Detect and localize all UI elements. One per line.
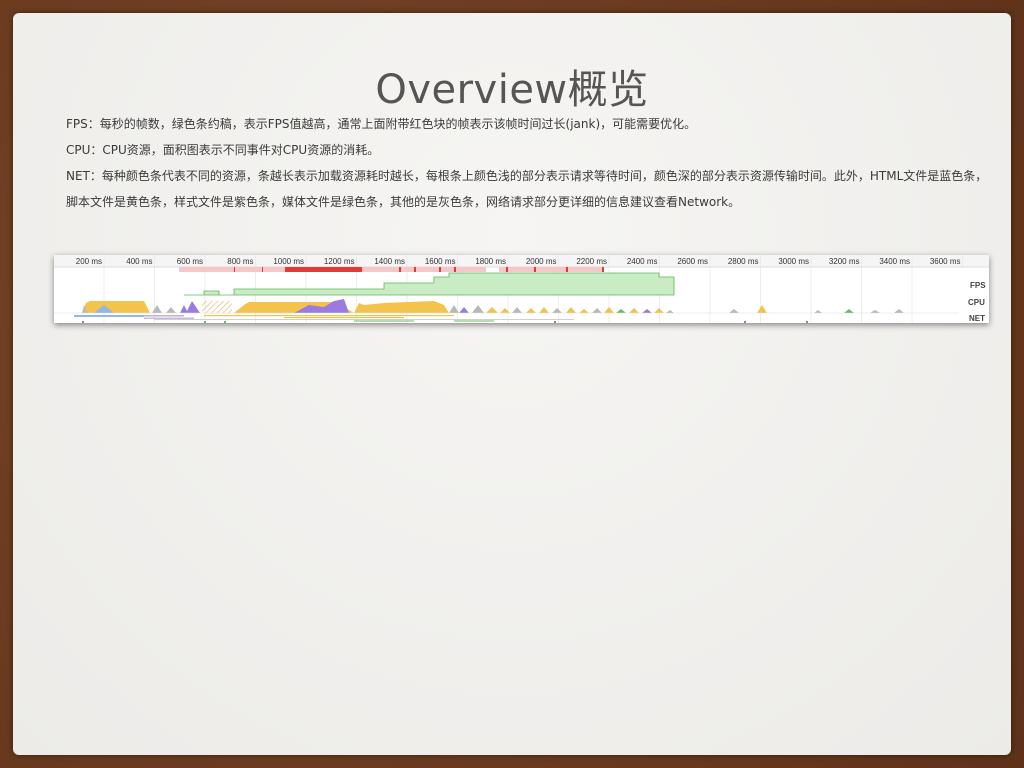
ruler-tick-label: 800 ms: [227, 257, 253, 266]
ruler-tick-label: 1400 ms: [374, 257, 405, 266]
ruler-tick-label: 3400 ms: [879, 257, 910, 266]
ruler-tick-label: 2200 ms: [576, 257, 607, 266]
ruler-tick-label: 2400 ms: [627, 257, 658, 266]
slide-title: Overview概览: [375, 67, 649, 113]
net-row-label: NET: [969, 314, 985, 323]
ruler-tick-label: 1200 ms: [324, 257, 355, 266]
fps-green-area: [184, 272, 675, 296]
ruler-tick-label: 1800 ms: [475, 257, 506, 266]
ruler-tick-label: 1000 ms: [273, 257, 304, 266]
ruler-tick-label: 2600 ms: [677, 257, 708, 266]
timeline-overview-screenshot: 200 ms 400 ms 600 ms 800 ms 1000 ms 1200 ms 14…: [54, 255, 989, 323]
ruler-tick-label: 2000 ms: [526, 257, 557, 266]
ruler-tick-label: 3000 ms: [778, 257, 809, 266]
ruler-tick-label: 200 ms: [76, 257, 102, 266]
fps-row-label: FPS: [970, 281, 986, 290]
net-request-bars: [74, 315, 808, 323]
idle-hatched-area: [202, 301, 232, 313]
cpu-description: CPU：CPU资源，面积图表示不同事件对CPU资源的消耗。: [66, 143, 380, 157]
ruler-tick-label: 3600 ms: [930, 257, 961, 266]
ruler-tick-label: 2800 ms: [728, 257, 759, 266]
ruler-tick-label: 600 ms: [177, 257, 203, 266]
ruler-tick-label: 400 ms: [126, 257, 152, 266]
net-description: NET：每种颜色条代表不同的资源，条越长表示加载资源耗时越长，每根条上颜色浅的部…: [66, 169, 988, 209]
fps-jank-markers: [179, 267, 604, 272]
timeline-overview-graphic: 200 ms 400 ms 600 ms 800 ms 1000 ms 1200 ms 14…: [54, 255, 989, 323]
ruler-tick-label: 1600 ms: [425, 257, 456, 266]
slide: Overview概览 FPS：每秒的帧数，绿色条约稿，表示FPS值越高，通常上面…: [13, 13, 1011, 755]
cpu-row-label: CPU: [968, 298, 985, 307]
fps-description: FPS：每秒的帧数，绿色条约稿，表示FPS值越高，通常上面附带红色块的帧表示该帧…: [66, 117, 697, 131]
ruler-tick-label: 3200 ms: [829, 257, 860, 266]
